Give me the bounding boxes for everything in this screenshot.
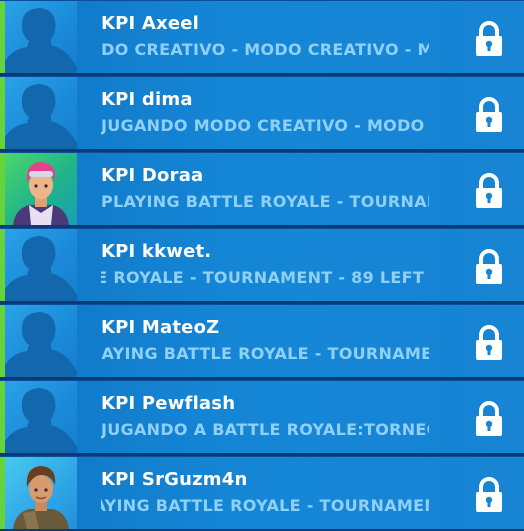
- friend-row[interactable]: KPI dima JUGANDO MODO CREATIVO - MODO CR…: [0, 76, 524, 149]
- friend-status: JUGANDO MODO CREATIVO - MODO CREATIVO: [101, 116, 429, 135]
- status-marquee: JUGANDO A BATTLE ROYALE:TORNEO: [101, 420, 429, 444]
- friend-name: KPI MateoZ: [101, 317, 220, 338]
- lock-icon[interactable]: [474, 97, 504, 133]
- status-marquee: MODO CREATIVO - MODO CREATIVO - MODO CRE…: [101, 40, 429, 64]
- default-silhouette-icon: [5, 381, 77, 453]
- friend-row[interactable]: KPI Pewflash JUGANDO A BATTLE ROYALE:TOR…: [0, 380, 524, 453]
- friend-row[interactable]: KPI MateoZ PLAYING BATTLE ROYALE - TOURN…: [0, 304, 524, 377]
- friend-name: KPI kkwet.: [101, 241, 212, 262]
- friends-list: KPI Axeel MODO CREATIVO - MODO CREATIVO …: [0, 0, 524, 531]
- lock-icon[interactable]: [474, 173, 504, 209]
- friend-row[interactable]: KPI Axeel MODO CREATIVO - MODO CREATIVO …: [0, 0, 524, 73]
- friend-status: PLAYING BATTLE ROYALE - TOURNAMENT: [101, 496, 429, 515]
- default-silhouette-icon: [5, 305, 77, 377]
- friend-name: KPI SrGuzm4n: [101, 469, 248, 490]
- friend-status: MODO CREATIVO - MODO CREATIVO - MODO CRE…: [101, 40, 429, 59]
- default-silhouette-icon: [5, 229, 77, 301]
- friend-row[interactable]: KPI kkwet. BATTLE ROYALE - TOURNAMENT - …: [0, 228, 524, 301]
- status-marquee: PLAYING BATTLE ROYALE - TOURNAMENT: [101, 344, 429, 368]
- friend-row[interactable]: KPI SrGuzm4n PLAYING BATTLE ROYALE - TOU…: [0, 456, 524, 529]
- default-silhouette-icon: [5, 77, 77, 149]
- friend-row[interactable]: KPI Doraa PLAYING BATTLE ROYALE - TOURNA…: [0, 152, 524, 225]
- status-marquee: BATTLE ROYALE - TOURNAMENT - 89 LEFT: [101, 268, 429, 292]
- lock-icon[interactable]: [474, 249, 504, 285]
- friend-name: KPI Doraa: [101, 165, 204, 186]
- default-silhouette-icon: [5, 1, 77, 73]
- friend-name: KPI dima: [101, 89, 193, 110]
- friend-status: JUGANDO A BATTLE ROYALE:TORNEO: [101, 420, 429, 439]
- friend-status: PLAYING BATTLE ROYALE - TOURNAMENT: [101, 344, 429, 363]
- friend-status: PLAYING BATTLE ROYALE - TOURNAMENT: [101, 192, 429, 211]
- status-marquee: JUGANDO MODO CREATIVO - MODO CREATIVO: [101, 116, 429, 140]
- friend-status: BATTLE ROYALE - TOURNAMENT - 89 LEFT: [101, 268, 425, 287]
- status-marquee: PLAYING BATTLE ROYALE - TOURNAMENT: [101, 192, 429, 216]
- status-marquee: PLAYING BATTLE ROYALE - TOURNAMENT: [101, 496, 429, 520]
- friend-name: KPI Axeel: [101, 13, 200, 34]
- friend-name: KPI Pewflash: [101, 393, 236, 414]
- lock-icon[interactable]: [474, 401, 504, 437]
- lock-icon[interactable]: [474, 477, 504, 513]
- ponytail-skin-icon: [5, 457, 77, 529]
- pink-hair-skin-icon: [5, 153, 77, 225]
- lock-icon[interactable]: [474, 325, 504, 361]
- lock-icon[interactable]: [474, 21, 504, 57]
